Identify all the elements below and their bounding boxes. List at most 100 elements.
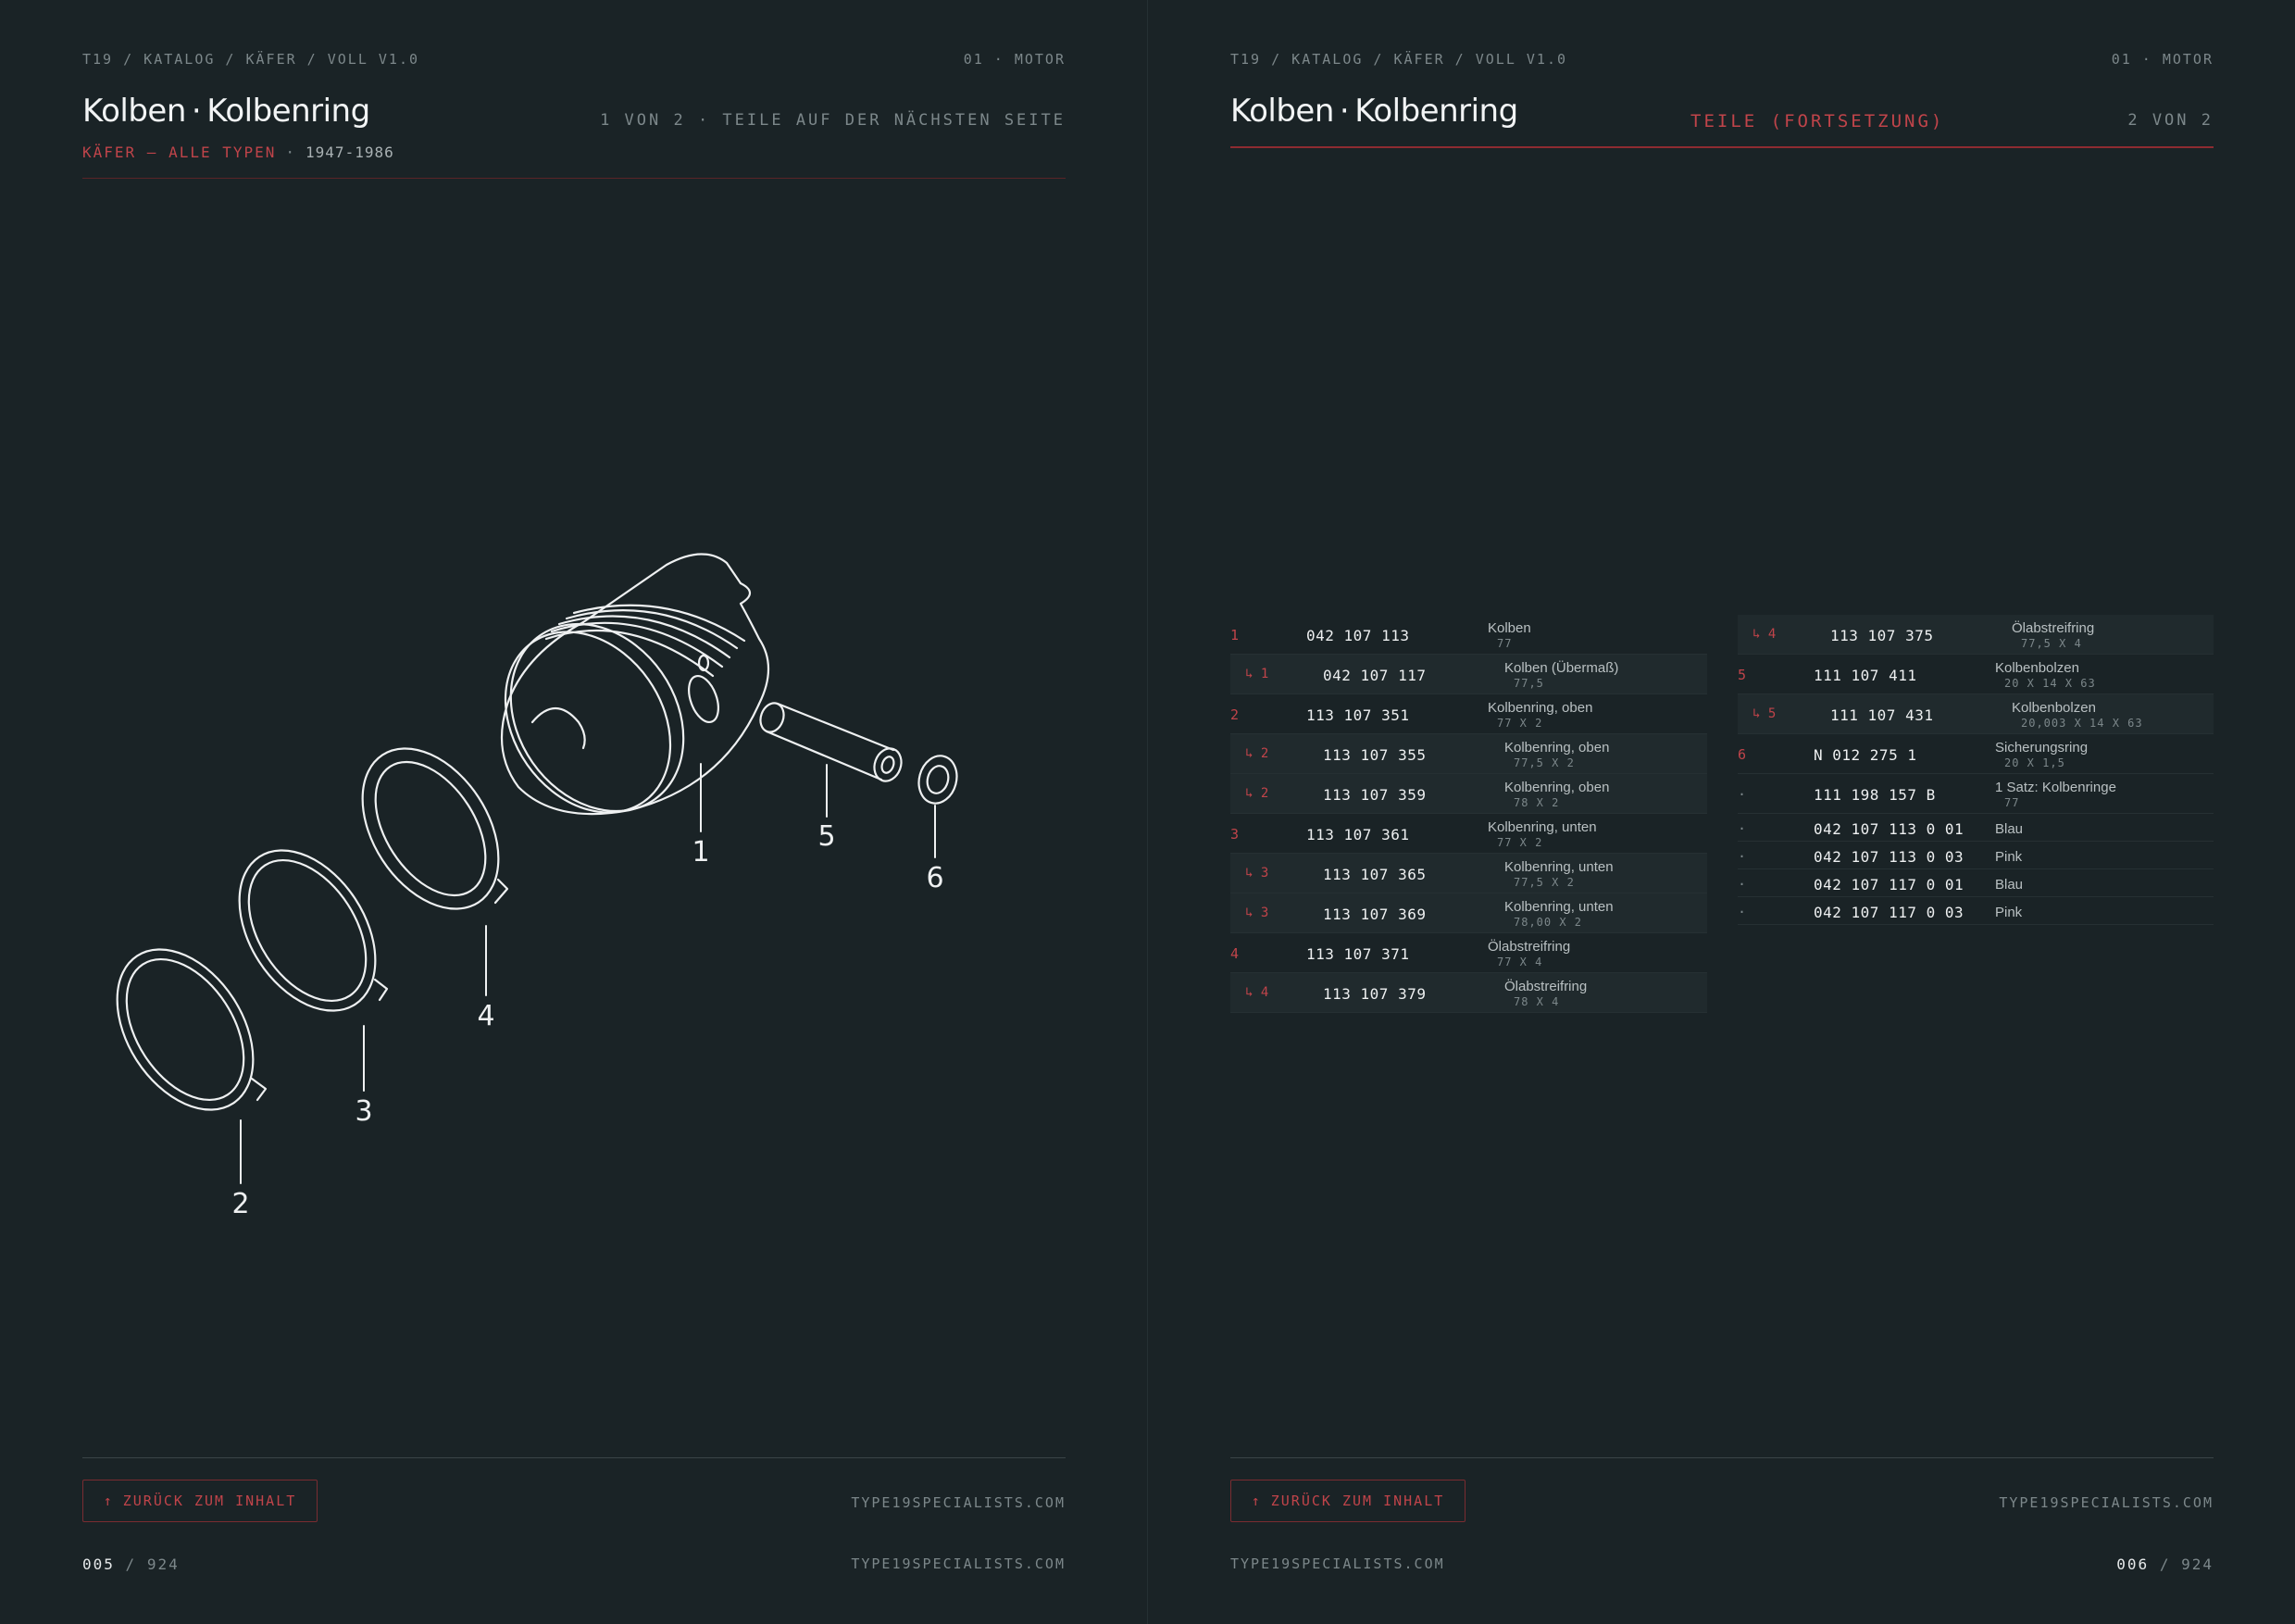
part-number: 042 107 117 0 01 <box>1814 876 1964 893</box>
footer-rule <box>1230 1457 2214 1458</box>
right-page: T19 / KATALOG / KÄFER / VOLL V1.0 01 · M… <box>1148 0 2295 1624</box>
catalog-spread: T19 / KATALOG / KÄFER / VOLL V1.0 01 · M… <box>0 0 2295 1624</box>
total-pages: 924 <box>2181 1555 2214 1573</box>
table-row[interactable]: ↳ 4 113 107 375 Ölabstreifring 77,5 X 4 <box>1738 615 2214 655</box>
table-row[interactable]: 1 042 107 113 Kolben 77 <box>1230 615 1707 655</box>
ref-number: · <box>1738 876 1747 893</box>
back-to-contents-button[interactable]: ↑ ZURÜCK ZUM INHALT <box>1230 1480 1466 1522</box>
subtitle: KÄFER — ALLE TYPEN · 1947-1986 <box>82 144 394 161</box>
table-row[interactable]: · 111 198 157 B 1 Satz: Kolbenringe 77 <box>1738 774 2214 814</box>
page-title: Kolben · Kolbenring <box>1230 93 1518 130</box>
part-number: 111 107 411 <box>1814 667 1917 684</box>
callout-2: 2 <box>231 1188 249 1220</box>
part-description: 1 Satz: Kolbenringe <box>1995 780 2116 795</box>
ref-number: ↳ 3 <box>1245 866 1269 881</box>
part-description: Kolbenbolzen <box>2012 700 2096 716</box>
website-footer[interactable]: TYPE19SPECIALISTS.COM <box>851 1555 1066 1572</box>
back-to-contents-button[interactable]: ↑ ZURÜCK ZUM INHALT <box>82 1480 318 1522</box>
part-number: 042 107 117 0 03 <box>1814 904 1964 921</box>
title-dot: · <box>191 93 202 130</box>
current-page: 005 <box>82 1555 115 1573</box>
table-row[interactable]: · 042 107 113 0 03 Pink <box>1738 842 2214 869</box>
part-spec: 77 <box>1497 637 1513 650</box>
part-description: Ölabstreifring <box>2012 620 2095 636</box>
title-part-b: Kolbenring <box>206 93 370 130</box>
page-info: 2 VON 2 <box>2127 111 2214 130</box>
section-label: 01 · MOTOR <box>963 51 1066 68</box>
table-row[interactable]: 2 113 107 351 Kolbenring, oben 77 X 2 <box>1230 694 1707 734</box>
part-spec: 78 X 4 <box>1514 995 1560 1008</box>
part-number: 042 107 113 0 01 <box>1814 820 1964 838</box>
table-row[interactable]: ↳ 3 113 107 365 Kolbenring, unten 77,5 X… <box>1230 854 1707 893</box>
ref-number: 2 <box>1230 706 1240 723</box>
circlip-drawing <box>917 755 958 805</box>
part-number: 042 107 113 0 03 <box>1814 848 1964 866</box>
part-number: 113 107 365 <box>1323 866 1427 883</box>
ref-number: ↳ 2 <box>1245 746 1269 761</box>
callout-6: 6 <box>926 862 943 894</box>
piston-drawing <box>500 553 769 816</box>
ref-number: 6 <box>1738 746 1747 763</box>
parts-table-right: ↳ 4 113 107 375 Ölabstreifring 77,5 X 4 … <box>1738 615 2214 925</box>
table-row[interactable]: · 042 107 113 0 01 Blau <box>1738 814 2214 842</box>
part-description: Pink <box>1995 905 2023 920</box>
table-row[interactable]: ↳ 3 113 107 369 Kolbenring, unten 78,00 … <box>1230 893 1707 933</box>
oil-ring-drawing <box>361 747 509 910</box>
left-page: T19 / KATALOG / KÄFER / VOLL V1.0 01 · M… <box>0 0 1147 1624</box>
table-row[interactable]: ↳ 2 113 107 355 Kolbenring, oben 77,5 X … <box>1230 734 1707 774</box>
part-description: Kolbenring, unten <box>1488 819 1597 835</box>
back-button-label: ZURÜCK ZUM INHALT <box>1270 1493 1445 1509</box>
part-spec: 77,5 X 2 <box>1514 876 1575 889</box>
table-row[interactable]: · 042 107 117 0 03 Pink <box>1738 897 2214 925</box>
current-page: 006 <box>2116 1555 2150 1573</box>
table-row[interactable]: ↳ 5 111 107 431 Kolbenbolzen 20,003 X 14… <box>1738 694 2214 734</box>
model-label: KÄFER — ALLE TYPEN <box>82 144 277 161</box>
part-description: Pink <box>1995 849 2023 865</box>
part-description: Kolbenring, unten <box>1504 899 1614 915</box>
part-description: Kolbenring, oben <box>1504 780 1610 795</box>
ref-number: · <box>1738 786 1747 803</box>
part-description: Kolben <box>1488 620 1531 636</box>
table-row[interactable]: ↳ 2 113 107 359 Kolbenring, oben 78 X 2 <box>1230 774 1707 814</box>
table-row[interactable]: · 042 107 117 0 01 Blau <box>1738 869 2214 897</box>
ref-number: · <box>1738 848 1747 865</box>
ref-number: ↳ 4 <box>1752 627 1777 642</box>
website-link[interactable]: TYPE19SPECIALISTS.COM <box>851 1494 1066 1511</box>
part-number: N 012 275 1 <box>1814 746 1917 764</box>
part-number: 042 107 117 <box>1323 667 1427 684</box>
callout-5: 5 <box>817 820 835 853</box>
ref-number: ↳ 2 <box>1245 786 1269 801</box>
part-spec: 20 X 14 X 63 <box>2004 677 2096 690</box>
table-row[interactable]: ↳ 1 042 107 117 Kolben (Übermaß) 77,5 <box>1230 655 1707 694</box>
table-row[interactable]: 4 113 107 371 Ölabstreifring 77 X 4 <box>1230 933 1707 973</box>
arrow-up-icon: ↑ <box>1251 1493 1262 1509</box>
part-description: Kolbenring, oben <box>1504 740 1610 756</box>
part-number: 113 107 361 <box>1306 826 1410 843</box>
table-row[interactable]: 3 113 107 361 Kolbenring, unten 77 X 2 <box>1230 814 1707 854</box>
part-number: 111 198 157 B <box>1814 786 1936 804</box>
table-row[interactable]: 5 111 107 411 Kolbenbolzen 20 X 14 X 63 <box>1738 655 2214 694</box>
ref-number: 4 <box>1230 945 1240 962</box>
website-footer[interactable]: TYPE19SPECIALISTS.COM <box>1230 1555 1445 1572</box>
ref-number: 1 <box>1230 627 1240 643</box>
part-number: 113 107 355 <box>1323 746 1427 764</box>
part-description: Kolbenring, unten <box>1504 859 1614 875</box>
piston-pin-drawing <box>759 702 903 782</box>
part-spec: 77,5 <box>1514 677 1544 690</box>
part-spec: 77 X 4 <box>1497 956 1543 968</box>
part-number: 113 107 379 <box>1323 985 1427 1003</box>
table-row[interactable]: 6 N 012 275 1 Sicherungsring 20 X 1,5 <box>1738 734 2214 774</box>
part-description: Sicherungsring <box>1995 740 2089 756</box>
page-number: 006 / 924 <box>2116 1555 2214 1573</box>
ref-number: 5 <box>1738 667 1747 683</box>
title-dot: · <box>1339 93 1350 130</box>
part-spec: 77,5 X 4 <box>2021 637 2082 650</box>
years-label: 1947-1986 <box>306 144 394 161</box>
header-rule <box>82 178 1066 179</box>
website-link[interactable]: TYPE19SPECIALISTS.COM <box>1999 1494 2214 1511</box>
subtitle-separator: · <box>285 144 297 161</box>
table-row[interactable]: ↳ 4 113 107 379 Ölabstreifring 78 X 4 <box>1230 973 1707 1013</box>
ref-number: ↳ 1 <box>1245 667 1269 681</box>
exploded-piston-diagram: 1 5 6 4 3 2 <box>116 553 958 1220</box>
part-description: Ölabstreifring <box>1504 979 1588 994</box>
